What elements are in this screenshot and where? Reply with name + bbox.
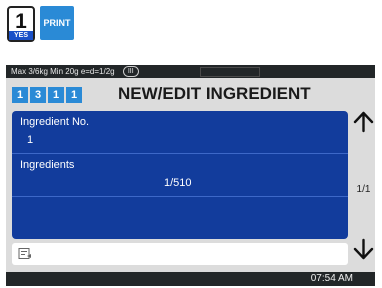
ingredients-field[interactable]: Ingredients 1/510: [12, 154, 348, 196]
arrow-down-icon[interactable]: [352, 238, 375, 260]
page-indicator: 1/1: [356, 184, 371, 195]
status-bar: Max 3/6kg Min 20g e=d=1/2g III: [6, 65, 375, 78]
header: 1 3 1 1 NEW/EDIT INGREDIENT: [6, 78, 375, 110]
arrow-up-icon[interactable]: [352, 111, 375, 133]
breadcrumb: 1 3 1 1: [12, 87, 82, 103]
breadcrumb-item: 3: [30, 87, 46, 103]
form-panel: Ingredient No. 1 Ingredients 1/510: [12, 111, 348, 239]
ingredient-no-field[interactable]: Ingredient No. 1: [12, 111, 348, 153]
ingredients-label: Ingredients: [20, 159, 75, 171]
print-icon[interactable]: PRINT: [40, 6, 74, 40]
scale-spec: Max 3/6kg Min 20g e=d=1/2g: [11, 67, 115, 76]
page-title: NEW/EDIT INGREDIENT: [118, 84, 311, 103]
scroll-controls: 1/1: [352, 111, 375, 272]
yes-caption: YES: [9, 31, 33, 40]
print-label: PRINT: [43, 18, 71, 28]
time-bar: 07:54 AM: [6, 272, 375, 286]
yes-1-icon[interactable]: 1 YES: [7, 6, 35, 42]
breadcrumb-item: 1: [66, 87, 82, 103]
breadcrumb-item: 1: [12, 87, 28, 103]
main-window: 1 3 1 1 NEW/EDIT INGREDIENT Ingredient N…: [6, 78, 375, 272]
ingredient-no-value[interactable]: 1: [27, 134, 33, 146]
yes-number: 1: [15, 10, 27, 33]
message-bar[interactable]: [12, 243, 348, 265]
clock: 07:54 AM: [310, 273, 353, 284]
memo-icon: [18, 248, 31, 259]
accuracy-class-badge: III: [122, 66, 139, 78]
empty-field[interactable]: [12, 197, 348, 239]
status-indicator-box: [200, 67, 260, 77]
ingredient-no-label: Ingredient No.: [20, 116, 90, 128]
breadcrumb-item: 1: [48, 87, 64, 103]
ingredients-value[interactable]: 1/510: [164, 177, 192, 189]
